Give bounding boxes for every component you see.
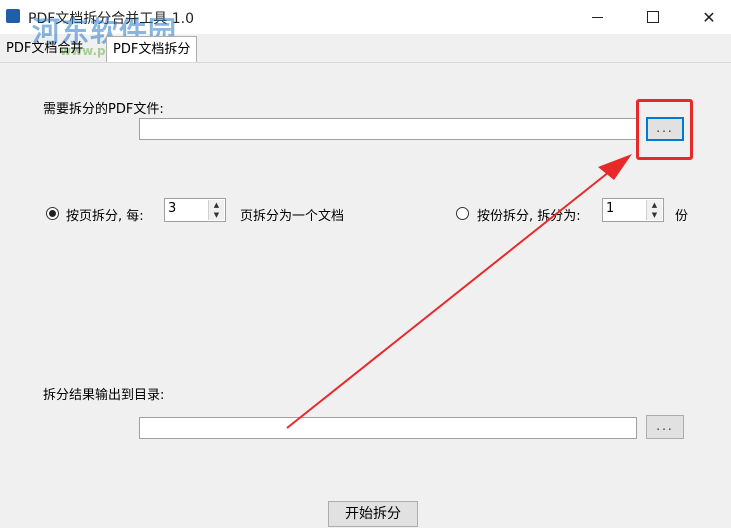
annotation-arrow (286, 154, 632, 429)
annotation-arrow-line (286, 167, 615, 429)
